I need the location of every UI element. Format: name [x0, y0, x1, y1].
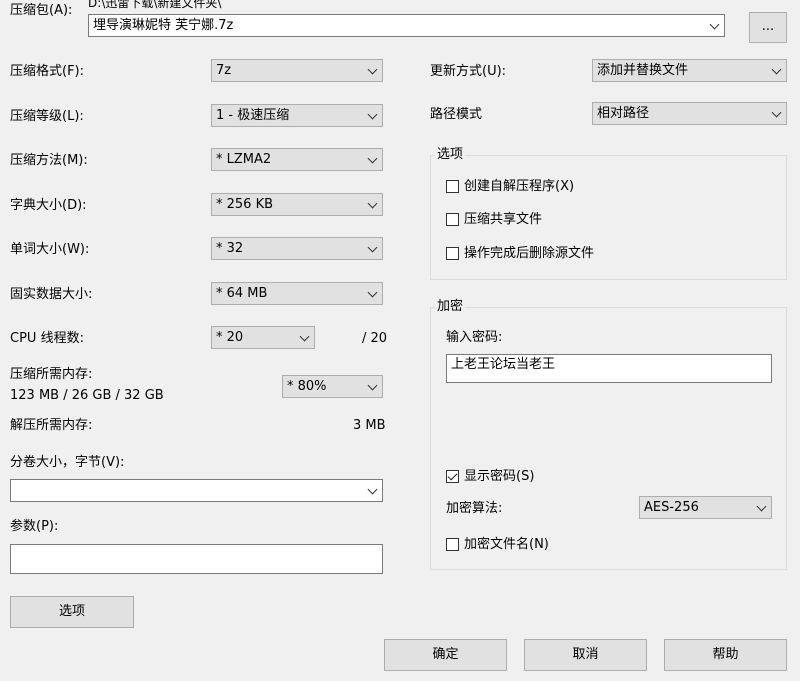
update-value: 添加并替换文件 — [597, 63, 689, 78]
dict-select[interactable]: * 256 KB — [211, 193, 383, 216]
delete-checkbox[interactable] — [446, 247, 459, 260]
chevron-down-icon — [367, 484, 378, 495]
threads-select[interactable]: * 20 — [211, 326, 315, 349]
show-password-checkbox[interactable] — [446, 470, 459, 483]
shared-label[interactable]: 压缩共享文件 — [464, 212, 542, 228]
encrypt-names-label[interactable]: 加密文件名(N) — [464, 537, 549, 553]
chevron-down-icon — [299, 331, 310, 342]
level-value: 1 - 极速压缩 — [216, 108, 290, 123]
encryption-method-select[interactable]: AES-256 — [639, 496, 772, 519]
path-mode-label: 路径模式 — [430, 107, 483, 122]
params-input[interactable] — [10, 544, 383, 574]
mem-compress-label: 压缩所需内存: — [10, 367, 93, 382]
chevron-down-icon — [709, 19, 720, 30]
show-password-label[interactable]: 显示密码(S) — [464, 469, 534, 485]
volume-combo[interactable] — [10, 479, 383, 502]
word-value: * 32 — [216, 241, 244, 256]
dict-value: * 256 KB — [216, 197, 274, 212]
cancel-button[interactable]: 取消 — [524, 639, 647, 671]
format-select[interactable]: 7z — [211, 59, 383, 82]
browse-button[interactable]: ... — [749, 12, 787, 43]
method-label: 压缩方法(M): — [10, 153, 88, 168]
solid-select[interactable]: * 64 MB — [211, 282, 383, 305]
archive-filename-value: 埋导演琳妮特 芙宁娜.7z — [93, 18, 234, 33]
level-select[interactable]: 1 - 极速压缩 — [211, 104, 383, 127]
volume-label: 分卷大小，字节(V): — [10, 455, 125, 470]
encryption-group — [430, 307, 787, 570]
chevron-down-icon — [367, 64, 378, 75]
mem-decompress-value: 3 MB — [353, 418, 386, 433]
solid-value: * 64 MB — [216, 286, 268, 301]
archive-filename-combo[interactable]: 埋导演琳妮特 芙宁娜.7z — [88, 14, 725, 37]
chevron-down-icon — [771, 107, 782, 118]
chevron-down-icon — [367, 153, 378, 164]
encrypt-names-checkbox[interactable] — [446, 538, 459, 551]
format-label: 压缩格式(F): — [10, 64, 85, 79]
chevron-down-icon — [771, 64, 782, 75]
update-label: 更新方式(U): — [430, 64, 507, 79]
sfx-checkbox[interactable] — [446, 180, 459, 193]
chevron-down-icon — [367, 242, 378, 253]
chevron-down-icon — [367, 380, 378, 391]
mem-percent-select[interactable]: * 80% — [282, 375, 383, 398]
mem-percent-value: * 80% — [287, 379, 327, 394]
params-label: 参数(P): — [10, 519, 59, 534]
mem-compress-value: 123 MB / 26 GB / 32 GB — [10, 388, 164, 403]
chevron-down-icon — [756, 501, 767, 512]
shared-checkbox[interactable] — [446, 213, 459, 226]
update-select[interactable]: 添加并替换文件 — [592, 59, 787, 82]
chevron-down-icon — [367, 198, 378, 209]
word-label: 单词大小(W): — [10, 242, 90, 257]
solid-label: 固实数据大小: — [10, 287, 93, 302]
word-select[interactable]: * 32 — [211, 237, 383, 260]
sfx-label[interactable]: 创建自解压程序(X) — [464, 179, 574, 195]
archive-label: 压缩包(A): — [10, 3, 73, 18]
level-label: 压缩等级(L): — [10, 109, 84, 124]
path-mode-value: 相对路径 — [597, 106, 650, 121]
threads-label: CPU 线程数: — [10, 331, 84, 346]
ok-button[interactable]: 确定 — [384, 639, 507, 671]
encryption-method-label: 加密算法: — [446, 501, 503, 516]
threads-value: * 20 — [216, 330, 244, 345]
chevron-down-icon — [367, 287, 378, 298]
password-input[interactable]: 上老王论坛当老王 — [446, 354, 772, 383]
archive-path: D:\迅雷下载\新建文件夹\ — [88, 0, 222, 10]
method-value: * LZMA2 — [216, 152, 272, 167]
chevron-down-icon — [367, 109, 378, 120]
threads-max: / 20 — [362, 331, 388, 346]
mem-decompress-label: 解压所需内存: — [10, 418, 93, 433]
dict-label: 字典大小(D): — [10, 198, 87, 213]
options-group-title: 选项 — [435, 147, 466, 163]
help-button[interactable]: 帮助 — [664, 639, 787, 671]
encryption-method-value: AES-256 — [644, 500, 699, 515]
options-button[interactable]: 选项 — [10, 596, 134, 628]
path-mode-select[interactable]: 相对路径 — [592, 102, 787, 125]
delete-label[interactable]: 操作完成后删除源文件 — [464, 246, 594, 262]
format-value: 7z — [216, 63, 232, 78]
password-label: 输入密码: — [446, 330, 503, 345]
encryption-group-title: 加密 — [435, 299, 466, 315]
method-select[interactable]: * LZMA2 — [211, 148, 383, 171]
